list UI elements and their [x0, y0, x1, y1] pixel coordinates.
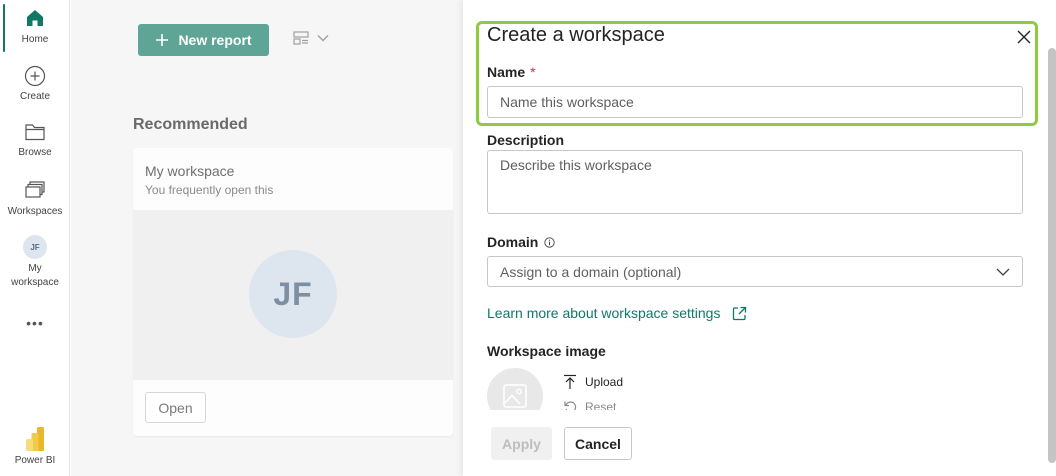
external-link-icon	[733, 306, 747, 320]
nav-workspaces-label: Workspaces	[7, 206, 63, 217]
workspace-image-section: Upload Reset	[487, 360, 787, 410]
nav-home[interactable]: Home	[0, 8, 70, 47]
cancel-button[interactable]: Cancel	[564, 427, 632, 460]
upload-icon	[564, 374, 576, 389]
domain-label: Domain	[487, 234, 555, 250]
nav-browse[interactable]: Browse	[0, 122, 70, 160]
workspace-image-preview	[487, 368, 543, 410]
workspaces-icon	[25, 181, 45, 198]
nav-my-workspace-label-2: workspace	[11, 277, 59, 288]
description-input[interactable]	[487, 150, 1023, 214]
nav-my-workspace-label-1: My	[28, 263, 42, 274]
new-report-label: New report	[178, 32, 252, 48]
plus-icon	[156, 34, 169, 46]
upload-button[interactable]: Upload	[563, 374, 623, 390]
recommended-heading: Recommended	[133, 116, 248, 133]
upload-label: Upload	[585, 375, 624, 389]
apply-button[interactable]: Apply	[491, 427, 552, 460]
recommended-card[interactable]: My workspace You frequently open this JF…	[133, 148, 453, 436]
chevron-down-icon	[996, 268, 1010, 276]
card-subtitle: You frequently open this	[145, 183, 274, 197]
nav-more[interactable]: •••	[0, 315, 70, 331]
card-thumbnail: JF	[133, 210, 453, 380]
name-label-text: Name	[487, 64, 526, 80]
reset-icon	[564, 401, 577, 410]
home-page-background: New report Recommended My workspace You …	[71, 0, 463, 476]
learn-more-text: Learn more about workspace settings	[487, 305, 721, 321]
domain-select-value: Assign to a domain (optional)	[500, 263, 682, 280]
card-open-button[interactable]: Open	[145, 392, 206, 423]
new-report-button[interactable]: New report	[138, 24, 269, 56]
view-switch-dropdown[interactable]	[293, 30, 329, 46]
domain-label-text: Domain	[487, 234, 539, 250]
panel-title: Create a workspace	[487, 24, 665, 46]
more-icon: •••	[26, 315, 44, 331]
create-workspace-panel: Create a workspace Name* Description Dom…	[463, 0, 1056, 476]
nav-powerbi[interactable]: Power BI	[0, 426, 70, 468]
domain-select[interactable]: Assign to a domain (optional)	[487, 256, 1023, 287]
layout-icon	[293, 31, 309, 45]
create-icon	[24, 65, 46, 87]
nav-my-workspace[interactable]: JF My workspace	[0, 235, 70, 290]
name-label: Name *	[487, 64, 536, 80]
powerbi-logo-icon	[26, 427, 44, 451]
nav-create[interactable]: Create	[0, 65, 70, 104]
close-icon	[1017, 30, 1031, 44]
panel-scrollbar[interactable]	[1046, 48, 1056, 468]
nav-home-label: Home	[21, 34, 49, 45]
image-placeholder-icon	[503, 384, 527, 408]
required-mark: *	[530, 64, 536, 80]
card-title: My workspace	[145, 163, 235, 179]
name-input[interactable]	[487, 86, 1023, 118]
home-icon	[27, 10, 43, 26]
browse-icon	[25, 124, 45, 141]
workspace-image-label: Workspace image	[487, 343, 606, 359]
scrollbar-thumb[interactable]	[1048, 48, 1056, 463]
reset-label: Reset	[585, 400, 617, 410]
nav-browse-label: Browse	[18, 147, 52, 158]
nav-workspaces[interactable]: Workspaces	[0, 180, 70, 219]
nav-powerbi-label: Power BI	[14, 455, 56, 466]
info-icon[interactable]	[544, 236, 555, 248]
left-nav-rail: Home Create Browse Workspaces JF My work…	[0, 0, 70, 476]
learn-more-link[interactable]: Learn more about workspace settings	[487, 305, 747, 321]
nav-create-label: Create	[19, 91, 50, 102]
chevron-down-icon	[317, 35, 329, 42]
avatar: JF	[23, 235, 47, 259]
close-button[interactable]	[1013, 26, 1035, 48]
card-avatar: JF	[249, 250, 337, 338]
description-label: Description	[487, 132, 565, 148]
reset-button[interactable]: Reset	[563, 400, 616, 410]
